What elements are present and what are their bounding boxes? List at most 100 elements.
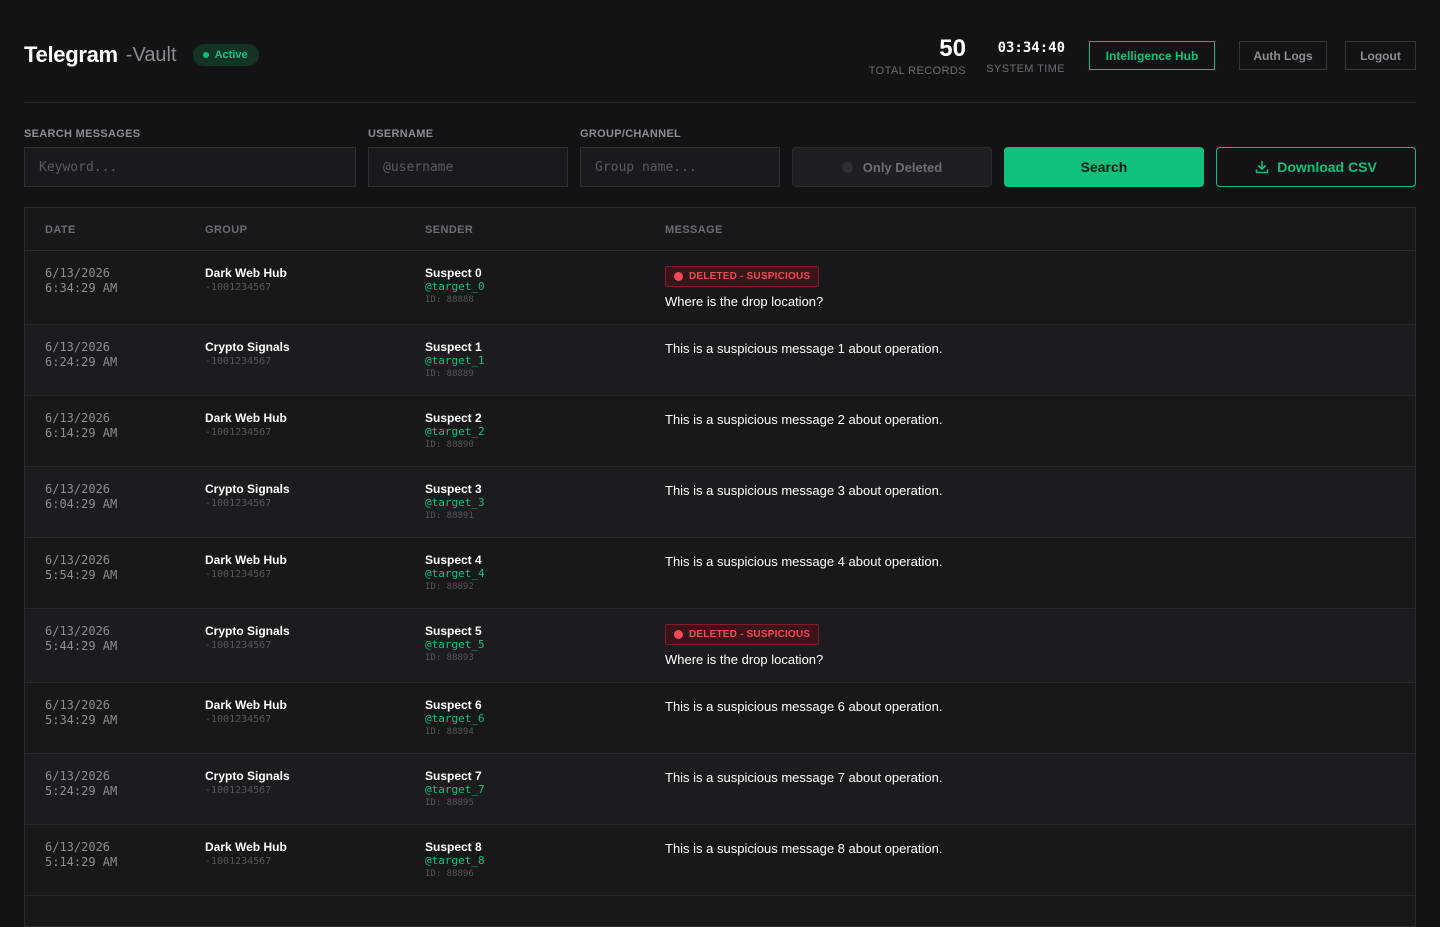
status-badge: Active [192,44,259,66]
sender-cell: Suspect 8 @target_8 ID: 88896 [425,840,485,881]
search-input[interactable] [24,147,356,187]
intelligence-hub-button[interactable]: Intelligence Hub [1089,41,1215,70]
date-cell: 6/13/2026 6:04:29 AM [45,482,117,512]
date-cell: 6/13/2026 6:14:29 AM [45,411,117,441]
message-cell: This is a suspicious message 7 about ope… [665,769,943,787]
sender-username[interactable]: @target_6 [425,712,485,726]
messages-table: DATE GROUP SENDER MESSAGE 6/13/2026 6:34:… [24,207,1416,927]
group-cell: Dark Web Hub -1001234567 [205,553,287,582]
username-label: USERNAME [368,128,434,140]
sender-cell: Suspect 2 @target_2 ID: 88890 [425,411,485,452]
message-text: This is a suspicious message 1 about ope… [665,341,943,356]
auth-logs-button[interactable]: Auth Logs [1239,41,1327,70]
message-cell: This is a suspicious message 8 about ope… [665,840,943,858]
sender-cell: Suspect 6 @target_6 ID: 88894 [425,698,485,739]
group-id: -1001234567 [205,498,272,509]
date-value: 6/13/2026 [45,553,111,567]
group-id: -1001234567 [205,282,272,293]
badge-label: DELETED - SUSPICIOUS [689,629,811,640]
sender-cell: Suspect 7 @target_7 ID: 88895 [425,769,485,810]
table-row[interactable]: 6/13/2026 6:04:29 AM Crypto Signals -100123… [25,467,1415,538]
sender-username[interactable]: @target_1 [425,354,485,368]
sender-username[interactable]: @target_8 [425,854,485,868]
sender-username[interactable]: @target_0 [425,280,485,294]
column-header-message: MESSAGE [665,224,723,236]
table-row[interactable]: 6/13/2026 5:14:29 AM Dark Web Hub -10012345… [25,825,1415,896]
table-row[interactable]: 6/13/2026 5:24:29 AM Crypto Signals -100123… [25,754,1415,825]
sender-cell: Suspect 1 @target_1 ID: 88889 [425,340,485,381]
search-messages-label: SEARCH MESSAGES [24,128,141,140]
message-cell: This is a suspicious message 2 about ope… [665,411,943,429]
status-text: Active [214,49,248,61]
group-name: Dark Web Hub [205,553,287,567]
sender-cell: Suspect 3 @target_3 ID: 88891 [425,482,485,523]
sender-id: ID: 88896 [425,869,474,879]
table-row[interactable]: 6/13/2026 5:44:29 AM Crypto Signals -100123… [25,609,1415,683]
sender-cell: Suspect 4 @target_4 ID: 88892 [425,553,485,594]
time-value: 5:54:29 AM [45,568,118,582]
table-row[interactable]: 6/13/2026 6:34:29 AM Dark Web Hub -10012345… [25,251,1415,325]
group-name: Dark Web Hub [205,698,287,712]
sender-name: Suspect 1 [425,340,482,354]
message-text: This is a suspicious message 2 about ope… [665,412,943,427]
group-id: -1001234567 [205,785,272,796]
sender-username[interactable]: @target_4 [425,567,485,581]
time-value: 5:24:29 AM [45,784,118,798]
sender-username[interactable]: @target_2 [425,425,485,439]
deleted-badge: DELETED - SUSPICIOUS [665,624,820,645]
group-cell: Dark Web Hub -1001234567 [205,411,287,440]
system-time-label: SYSTEM TIME [986,63,1065,75]
message-cell: DELETED - SUSPICIOUS Where is the drop lo… [665,266,823,311]
sender-username[interactable]: @target_7 [425,783,485,797]
download-csv-button[interactable]: Download CSV [1216,147,1416,187]
date-value: 6/13/2026 [45,624,111,638]
sender-id: ID: 88893 [425,653,474,663]
message-text: Where is the drop location? [665,294,824,309]
search-button[interactable]: Search [1004,147,1204,187]
group-id: -1001234567 [205,569,272,580]
message-cell: This is a suspicious message 6 about ope… [665,698,943,716]
sender-id: ID: 88894 [425,727,474,737]
date-cell: 6/13/2026 5:34:29 AM [45,698,117,728]
only-deleted-toggle[interactable]: Only Deleted [792,147,992,187]
date-value: 6/13/2026 [45,769,111,783]
group-name: Dark Web Hub [205,840,287,854]
sender-id: ID: 88895 [425,798,474,808]
message-text: This is a suspicious message 4 about ope… [665,554,943,569]
message-cell: This is a suspicious message 3 about ope… [665,482,943,500]
group-id: -1001234567 [205,356,272,367]
group-id: -1001234567 [205,640,272,651]
group-id: -1001234567 [205,714,272,725]
table-row[interactable]: 6/13/2026 5:54:29 AM Dark Web Hub -10012345… [25,538,1415,609]
group-cell: Crypto Signals -1001234567 [205,340,290,369]
table-row[interactable]: 6/13/2026 5:34:29 AM Dark Web Hub -10012345… [25,683,1415,754]
group-name: Crypto Signals [205,624,290,638]
sender-username[interactable]: @target_3 [425,496,485,510]
sender-username[interactable]: @target_5 [425,638,485,652]
deleted-badge: DELETED - SUSPICIOUS [665,266,820,287]
sender-name: Suspect 4 [425,553,482,567]
logout-button[interactable]: Logout [1345,41,1416,70]
sender-name: Suspect 8 [425,840,482,854]
table-row[interactable]: 6/13/2026 6:24:29 AM Crypto Signals -100123… [25,325,1415,396]
table-row[interactable]: 6/13/2026 6:14:29 AM Dark Web Hub -10012345… [25,396,1415,467]
group-input[interactable] [580,147,780,187]
sender-name: Suspect 2 [425,411,482,425]
system-time-stat: 03:34:40 SYSTEM TIME [986,36,1065,75]
message-cell: DELETED - SUSPICIOUS Where is the drop lo… [665,624,823,669]
date-cell: 6/13/2026 5:24:29 AM [45,769,117,799]
sender-id: ID: 88891 [425,511,474,521]
time-value: 5:14:29 AM [45,855,118,869]
time-value: 6:24:29 AM [45,355,118,369]
date-cell: 6/13/2026 5:14:29 AM [45,840,117,870]
toggle-indicator-icon [841,161,853,173]
sender-name: Suspect 7 [425,769,482,783]
message-text: This is a suspicious message 7 about ope… [665,770,943,785]
group-cell: Dark Web Hub -1001234567 [205,840,287,869]
table-header: DATE GROUP SENDER MESSAGE [25,208,1415,251]
username-input[interactable] [368,147,568,187]
app-header: Telegram -Vault Active 50 TOTAL RECORDS … [24,0,1416,103]
brand: Telegram -Vault Active [24,42,259,68]
column-header-group: GROUP [205,224,248,236]
group-name: Crypto Signals [205,340,290,354]
